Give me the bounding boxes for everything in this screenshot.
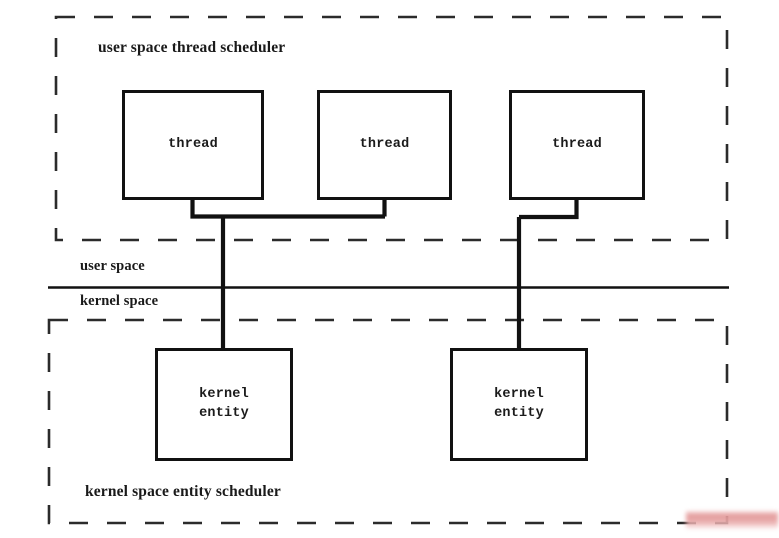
- redaction-block: [686, 511, 778, 529]
- user-space-region-title: user space thread scheduler: [98, 39, 286, 56]
- connector-thread3-step: [519, 199, 579, 220]
- kernel-space-region-title: kernel space entity scheduler: [85, 483, 281, 500]
- kernel-entity-node-2[interactable]: kernel entity: [450, 348, 588, 461]
- user-space-boundary-label: user space: [80, 258, 145, 274]
- thread-node-1-label: thread: [168, 136, 218, 152]
- thread-node-2[interactable]: thread: [317, 90, 452, 200]
- thread-node-1[interactable]: thread: [122, 90, 264, 200]
- connector-thread1-to-kernel-entity-1: [190, 199, 385, 219]
- thread-node-3-label: thread: [552, 136, 602, 152]
- thread-node-2-label: thread: [359, 136, 410, 152]
- kernel-entity-node-1[interactable]: kernel entity: [155, 348, 293, 461]
- thread-node-3[interactable]: thread: [509, 90, 645, 200]
- kernel-space-boundary-label: kernel space: [80, 293, 159, 309]
- kernel-entity-node-2-label: kernel entity: [494, 387, 544, 421]
- kernel-entity-node-1-label: kernel entity: [199, 387, 249, 421]
- diagram-canvas: user space thread scheduler kernel space…: [0, 0, 779, 538]
